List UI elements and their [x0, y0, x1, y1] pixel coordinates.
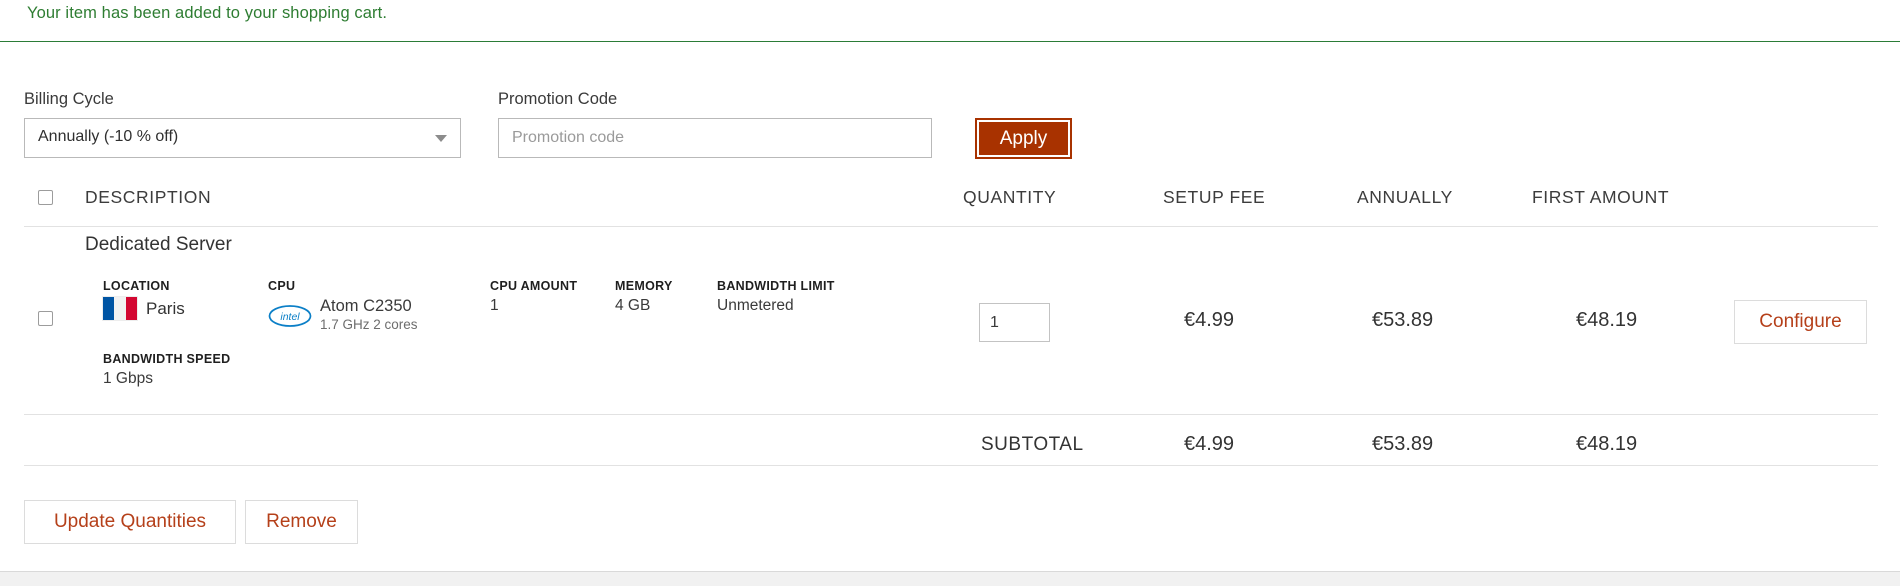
quantity-input[interactable]: [979, 303, 1050, 342]
column-header-quantity: QUANTITY: [963, 187, 1057, 207]
spec-memory-value: 4 GB: [615, 297, 651, 314]
update-quantities-button[interactable]: Update Quantities: [24, 500, 236, 544]
spec-cpu-label: CPU: [268, 279, 296, 293]
shopping-cart-page: Your item has been added to your shoppin…: [0, 0, 1900, 586]
success-alert-message: Your item has been added to your shoppin…: [27, 4, 387, 22]
subtotal-annually: €53.89: [1372, 433, 1434, 455]
spec-location-value: Paris: [146, 298, 185, 318]
item-setup-fee: €4.99: [1184, 309, 1235, 331]
subtotal-first-amount: €48.19: [1576, 433, 1638, 455]
subtotal-divider: [24, 465, 1878, 466]
spec-location: LOCATION Paris: [103, 279, 185, 320]
column-header-first-amount: FIRST AMOUNT: [1532, 187, 1670, 207]
billing-cycle-label: Billing Cycle: [24, 90, 114, 108]
spec-cpu-name: Atom C2350: [320, 297, 412, 315]
remove-button[interactable]: Remove: [245, 500, 358, 544]
spec-bandwidth-speed-value: 1 Gbps: [103, 370, 153, 387]
column-header-setup-fee: SETUP FEE: [1163, 187, 1266, 207]
table-header-divider: [24, 226, 1878, 227]
spec-bandwidth-limit: BANDWIDTH LIMIT Unmetered: [717, 279, 835, 315]
promotion-code-input[interactable]: Promotion code: [498, 118, 932, 158]
spec-cpu-detail: 1.7 GHz 2 cores: [320, 317, 418, 332]
select-all-checkbox[interactable]: [38, 190, 53, 205]
spec-memory-label: MEMORY: [615, 279, 673, 293]
item-first-amount: €48.19: [1576, 309, 1638, 331]
subtotal-setup-fee: €4.99: [1184, 433, 1235, 455]
chevron-down-icon: [435, 135, 447, 142]
promotion-code-label: Promotion Code: [498, 90, 618, 108]
item-row-divider: [24, 414, 1878, 415]
promotion-code-placeholder: Promotion code: [512, 129, 625, 146]
spec-location-label: LOCATION: [103, 279, 170, 293]
spec-cpu-amount: CPU AMOUNT 1: [490, 279, 577, 315]
apply-promo-button[interactable]: Apply: [975, 118, 1072, 159]
success-alert: Your item has been added to your shoppin…: [0, 0, 1900, 42]
billing-cycle-value: Annually (-10 % off): [38, 128, 179, 145]
column-header-annually: ANNUALLY: [1357, 187, 1453, 207]
subtotal-label: SUBTOTAL: [981, 434, 1084, 455]
spec-memory: MEMORY 4 GB: [615, 279, 673, 315]
spec-bandwidth-speed-label: BANDWIDTH SPEED: [103, 352, 231, 366]
france-flag-icon: [103, 297, 137, 320]
footer-strip: [0, 571, 1900, 586]
product-title: Dedicated Server: [85, 234, 232, 255]
item-annually: €53.89: [1372, 309, 1434, 331]
spec-cpu-amount-value: 1: [490, 297, 499, 314]
row-select-checkbox[interactable]: [38, 311, 53, 326]
svg-text:intel: intel: [280, 311, 300, 323]
spec-bandwidth-limit-label: BANDWIDTH LIMIT: [717, 279, 835, 293]
configure-button[interactable]: Configure: [1734, 300, 1867, 344]
column-header-description: DESCRIPTION: [85, 187, 212, 207]
spec-cpu: CPU intel Atom C2350 1.7 GHz 2 cores: [268, 279, 418, 334]
spec-bandwidth-limit-value: Unmetered: [717, 297, 794, 314]
spec-cpu-amount-label: CPU AMOUNT: [490, 279, 578, 293]
billing-cycle-select[interactable]: Annually (-10 % off): [24, 118, 461, 158]
spec-bandwidth-speed: BANDWIDTH SPEED 1 Gbps: [103, 352, 230, 388]
intel-logo-icon: intel: [268, 304, 312, 327]
